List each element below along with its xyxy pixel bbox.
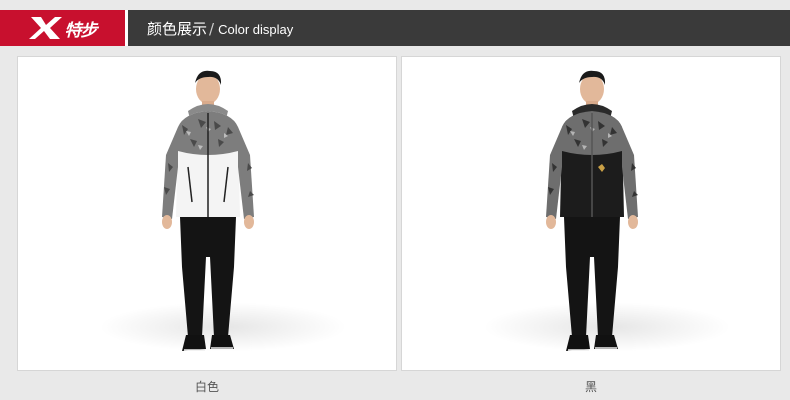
color-caption-white: 白色 — [194, 380, 219, 394]
color-caption-black: 黑 — [584, 380, 597, 394]
brand-logo-text: 特步 — [64, 20, 98, 41]
product-image-black[interactable] — [401, 56, 781, 371]
brand-logo[interactable]: 特步 — [0, 10, 128, 46]
x-logo-icon — [28, 17, 62, 39]
model-figure-white — [162, 70, 254, 351]
section-title-en: Color display — [218, 21, 294, 37]
section-header: 特步 颜色展示 / Color display — [0, 10, 790, 46]
section-title: 颜色展示 / Color display — [147, 18, 293, 39]
model-figure-black — [546, 70, 638, 351]
section-title-cn: 颜色展示 — [147, 19, 208, 38]
product-image-white[interactable] — [17, 56, 397, 371]
title-separator: / — [209, 19, 215, 38]
